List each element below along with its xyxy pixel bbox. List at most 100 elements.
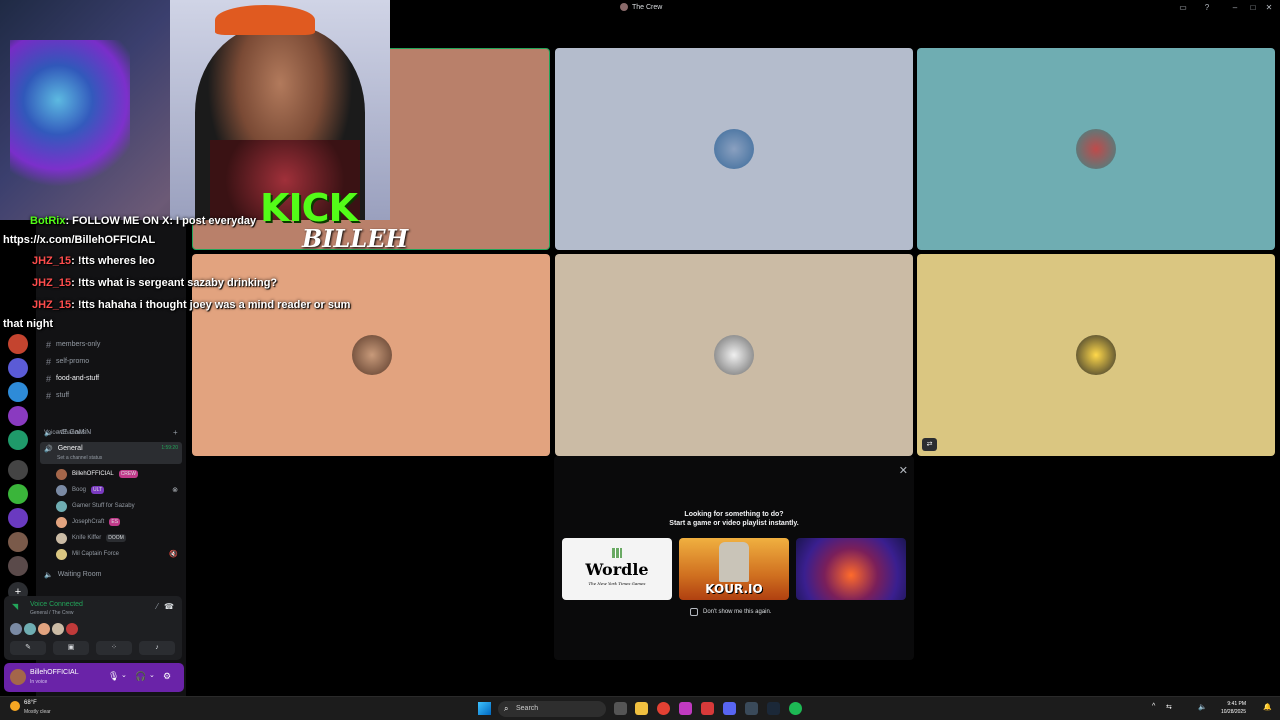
voice-member[interactable]: Knife Kiffer DOOM bbox=[56, 531, 182, 545]
member-tag: ULT bbox=[91, 486, 105, 494]
server-icon[interactable] bbox=[8, 430, 28, 450]
screen-share-button[interactable]: ▣ bbox=[53, 641, 89, 655]
channel-item[interactable]: # food-and-stuff bbox=[42, 371, 182, 386]
video-tile[interactable]: ⇄ bbox=[917, 254, 1275, 456]
voice-channel-wegamin[interactable]: 🔈 wE GaMiN bbox=[40, 425, 182, 440]
dont-show-again[interactable]: Don't show me this again. bbox=[690, 608, 772, 616]
voice-channel-general[interactable]: 🔊 General 1:59:20 Set a channel status bbox=[40, 442, 182, 464]
voice-member[interactable]: JosephCraft ES bbox=[56, 515, 182, 529]
settings-icon[interactable]: ⚙ bbox=[163, 671, 171, 682]
user-panel: BillehOFFICIAL In voice 🎙 ⌄ 🎧 ⌄ ⚙ bbox=[4, 663, 184, 692]
chevron-up-icon[interactable]: ^ bbox=[1152, 703, 1155, 710]
participant-avatars bbox=[10, 623, 78, 635]
server-icon[interactable] bbox=[8, 484, 28, 504]
headphones-icon[interactable]: 🎧 bbox=[135, 671, 146, 682]
app-icon[interactable] bbox=[745, 702, 758, 715]
channel-item[interactable]: # members-only bbox=[42, 337, 182, 352]
streamer-cap bbox=[215, 5, 315, 35]
chevron-down-icon[interactable]: ⌄ bbox=[149, 671, 155, 679]
close-icon[interactable]: ✕ bbox=[899, 464, 908, 477]
app-icon[interactable] bbox=[679, 702, 692, 715]
speaker-icon: 🔊 bbox=[44, 446, 53, 453]
voice-member[interactable]: Gamer Stuff for Sazaby bbox=[56, 499, 182, 513]
member-tag: CREW bbox=[118, 470, 138, 478]
participant-avatar bbox=[714, 129, 754, 169]
close-window-icon[interactable]: ✕ bbox=[1264, 3, 1274, 13]
maximize-icon[interactable]: □ bbox=[1248, 3, 1258, 13]
inbox-icon[interactable]: ▭ bbox=[1178, 3, 1188, 13]
steam-icon[interactable] bbox=[767, 702, 780, 715]
camera-off-button[interactable]: ✎ bbox=[10, 641, 46, 655]
avatar bbox=[24, 623, 36, 635]
avatar[interactable] bbox=[10, 669, 26, 685]
channel-status[interactable]: Set a channel status bbox=[57, 455, 102, 461]
file-explorer-icon[interactable] bbox=[635, 702, 648, 715]
hash-icon: # bbox=[46, 373, 52, 384]
server-icon[interactable] bbox=[8, 460, 28, 480]
video-tile[interactable] bbox=[555, 48, 913, 250]
spotify-icon[interactable] bbox=[789, 702, 802, 715]
server-icon[interactable] bbox=[8, 532, 28, 552]
server-icon[interactable] bbox=[8, 334, 28, 354]
server-icon[interactable] bbox=[8, 406, 28, 426]
voice-member[interactable]: Boog ULT ⊗ bbox=[56, 483, 182, 497]
chat-line: JHZ_15: !tts hahaha i thought joey was a… bbox=[32, 299, 351, 311]
server-icon[interactable] bbox=[8, 358, 28, 378]
voice-channel-waiting-room[interactable]: 🔈 Waiting Room bbox=[40, 567, 182, 582]
search-icon: ⌕ bbox=[504, 704, 509, 713]
soundboard-button[interactable]: ♪ bbox=[139, 641, 175, 655]
server-icon[interactable] bbox=[8, 382, 28, 402]
server-icon[interactable] bbox=[8, 508, 28, 528]
chevron-down-icon[interactable]: ⌄ bbox=[121, 671, 127, 679]
channel-item[interactable]: # self-promo bbox=[42, 354, 182, 369]
voice-member[interactable]: BillehOFFICIAL CREW bbox=[56, 467, 182, 481]
speaker-icon: 🔈 bbox=[44, 429, 53, 437]
avatar bbox=[10, 623, 22, 635]
user-status: In voice bbox=[30, 679, 48, 685]
chrome-icon[interactable] bbox=[657, 702, 670, 715]
game-card-kour[interactable]: KOUR.IO bbox=[679, 538, 789, 600]
game-card-third[interactable] bbox=[796, 538, 906, 600]
username[interactable]: BillehOFFICIAL bbox=[30, 669, 79, 676]
hash-icon: # bbox=[46, 390, 52, 401]
app-icon[interactable] bbox=[701, 702, 714, 715]
minimize-icon[interactable]: – bbox=[1230, 3, 1240, 13]
noise-suppression-icon[interactable]: ⁄ bbox=[157, 602, 158, 611]
weather-icon bbox=[10, 701, 20, 711]
popout-icon[interactable]: ⇄ bbox=[922, 438, 937, 451]
video-tile[interactable] bbox=[555, 254, 913, 456]
chat-line: JHZ_15: !tts wheres leo bbox=[32, 255, 155, 267]
server-icon[interactable] bbox=[8, 556, 28, 576]
activities-button[interactable]: ⁘ bbox=[96, 641, 132, 655]
activity-prompt: Looking for something to do? bbox=[684, 511, 784, 518]
volume-icon[interactable]: 🔈 bbox=[1198, 703, 1207, 711]
notifications-icon[interactable]: 🔔 bbox=[1263, 703, 1272, 711]
avatar bbox=[56, 468, 67, 480]
avatar bbox=[56, 500, 67, 512]
chat-line: that night bbox=[3, 318, 54, 330]
network-icon[interactable]: ⇆ bbox=[1166, 703, 1172, 711]
voice-timer: 1:59:20 bbox=[161, 445, 178, 451]
signal-icon[interactable]: ◥ bbox=[12, 602, 18, 611]
activity-subprompt: Start a game or video playlist instantly… bbox=[669, 520, 799, 527]
game-art bbox=[719, 542, 749, 582]
channel-item[interactable]: # stuff bbox=[42, 388, 182, 403]
clock[interactable]: 9:41 PM 10/28/2025 bbox=[1221, 700, 1246, 716]
search-box[interactable]: ⌕ Search bbox=[498, 701, 606, 717]
voice-connected-label[interactable]: Voice Connected bbox=[30, 601, 83, 608]
member-tag: DOOM bbox=[106, 534, 126, 542]
task-view-icon[interactable] bbox=[614, 702, 627, 715]
checkbox[interactable] bbox=[690, 608, 698, 616]
voice-location: General / The Crew bbox=[30, 610, 74, 616]
start-icon[interactable] bbox=[478, 702, 491, 715]
voice-member[interactable]: Mil Captain Force 🔇 bbox=[56, 547, 182, 561]
disconnect-icon[interactable]: ☎ bbox=[164, 602, 174, 611]
avatar bbox=[38, 623, 50, 635]
billeh-logo: BILLEH bbox=[302, 224, 409, 253]
microphone-icon[interactable]: 🎙 bbox=[108, 671, 119, 682]
video-tile[interactable] bbox=[917, 48, 1275, 250]
hash-icon: # bbox=[46, 339, 52, 350]
help-icon[interactable]: ? bbox=[1202, 3, 1212, 13]
discord-icon[interactable] bbox=[723, 702, 736, 715]
game-card-wordle[interactable]: Wordle The New York Times Games bbox=[562, 538, 672, 600]
